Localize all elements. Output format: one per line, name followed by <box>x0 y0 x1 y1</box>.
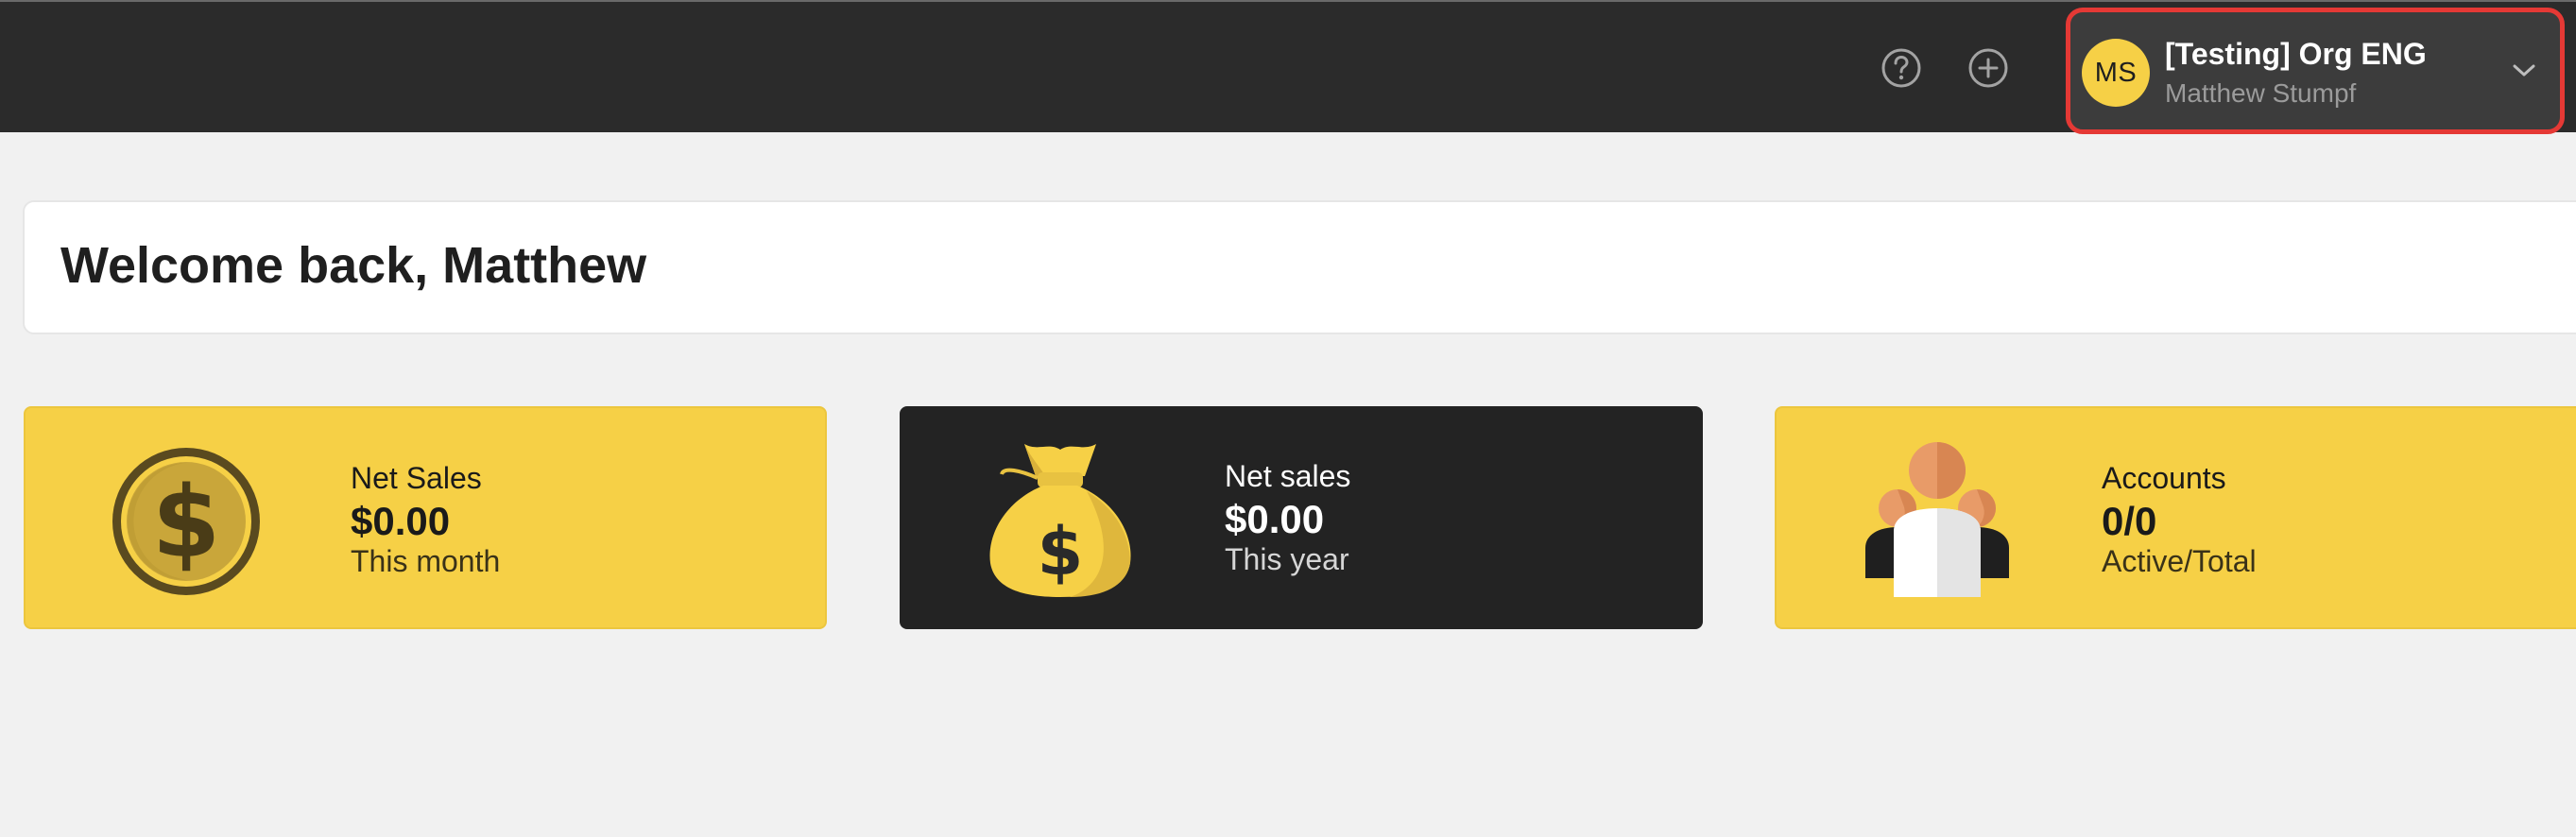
money-bag-icon: $ <box>989 444 1131 597</box>
card-subtitle: This year <box>1225 542 1349 576</box>
page-title: Welcome back, Matthew <box>60 237 647 294</box>
org-name: [Testing] Org ENG <box>2165 37 2427 71</box>
user-org-menu[interactable]: MS [Testing] Org ENG Matthew Stumpf <box>2066 8 2565 134</box>
user-name: Matthew Stumpf <box>2165 78 2357 108</box>
add-button[interactable] <box>1966 45 2011 91</box>
card-title: Net Sales <box>351 461 482 495</box>
net-sales-month-card: $ Net Sales $0.00 This month <box>24 406 827 629</box>
help-button[interactable] <box>1879 45 1924 91</box>
svg-text:$: $ <box>152 465 220 580</box>
card-value: $0.00 <box>1225 497 1325 541</box>
dollar-coin-icon: $ <box>112 448 260 595</box>
net-sales-year-card: $ Net sales $0.00 This year <box>900 406 1703 629</box>
card-subtitle: Active/Total <box>2102 544 2257 578</box>
users-group-icon <box>1865 442 2009 597</box>
card-subtitle: This month <box>351 544 501 578</box>
avatar: MS <box>2082 39 2150 107</box>
card-title: Net sales <box>1225 459 1351 493</box>
card-title: Accounts <box>2102 461 2226 495</box>
question-circle-icon <box>1881 48 1921 88</box>
card-value: $0.00 <box>351 499 451 543</box>
welcome-panel: Welcome back, Matthew <box>23 200 2576 334</box>
chevron-down-icon <box>2513 64 2535 77</box>
accounts-card: Accounts 0/0 Active/Total <box>1775 406 2576 629</box>
card-value: 0/0 <box>2102 499 2157 543</box>
svg-text:$: $ <box>1038 513 1084 590</box>
top-navigation-bar: MS [Testing] Org ENG Matthew Stumpf <box>0 0 2576 134</box>
plus-circle-icon <box>1968 48 2008 88</box>
